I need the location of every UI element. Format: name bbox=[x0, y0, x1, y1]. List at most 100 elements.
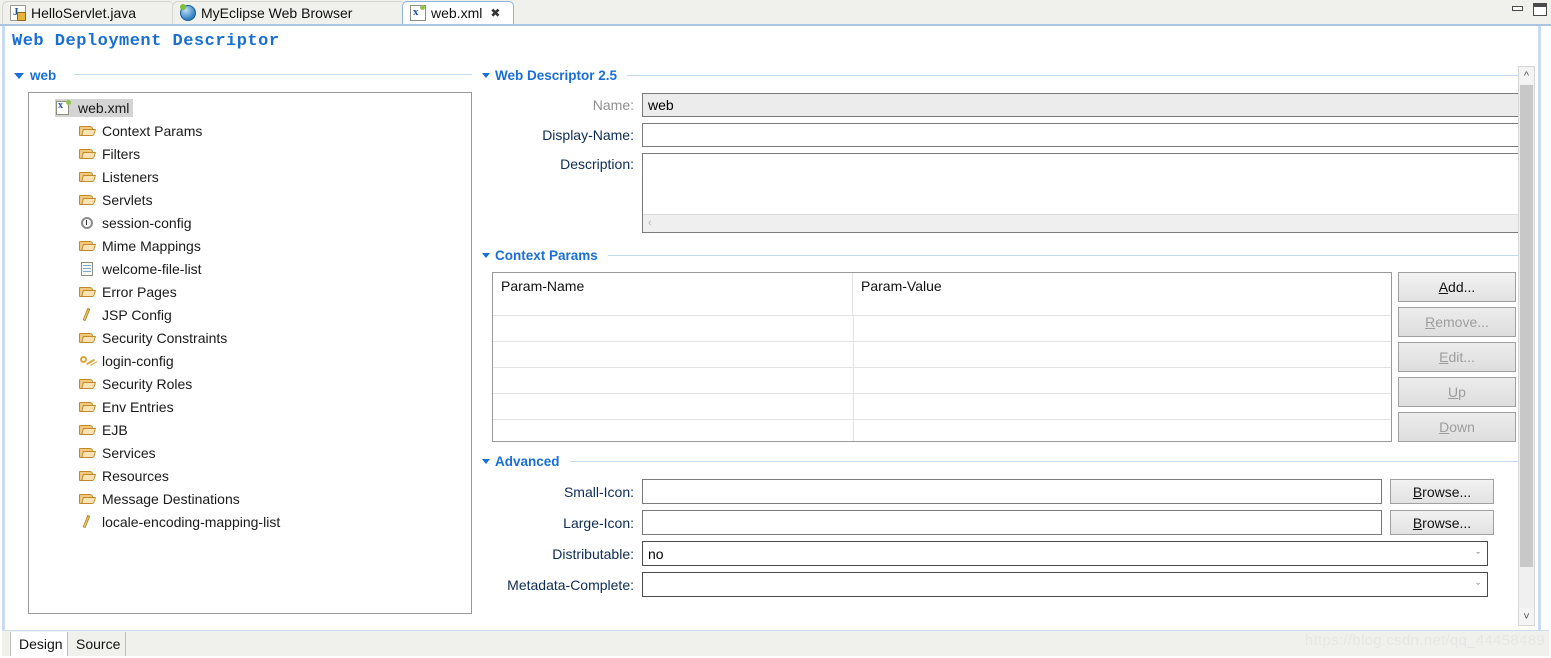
folder-icon bbox=[79, 445, 96, 461]
tree-node-error-pages[interactable]: Error Pages bbox=[29, 280, 471, 303]
remove-button[interactable]: Remove... bbox=[1398, 307, 1516, 337]
description-textarea[interactable] bbox=[643, 154, 1513, 214]
folder-icon bbox=[79, 123, 96, 139]
watermark: https://blog.csdn.net/qq_44458489 bbox=[1304, 632, 1545, 649]
chevron-down-icon[interactable]: ˇ bbox=[1476, 547, 1480, 567]
tree-node-label: Resources bbox=[102, 467, 169, 484]
tree-node-label: session-config bbox=[102, 214, 192, 231]
distributable-combobox[interactable]: no ˇ bbox=[642, 541, 1488, 566]
tab-label: MyEclipse Web Browser bbox=[201, 5, 353, 21]
section-title: Advanced bbox=[495, 454, 560, 469]
advanced-section-header[interactable]: Advanced bbox=[482, 454, 570, 469]
column-header-param-name[interactable]: Param-Name bbox=[493, 273, 853, 315]
scroll-down-icon[interactable]: ˅ bbox=[1519, 608, 1534, 625]
minimize-icon[interactable] bbox=[1511, 4, 1525, 16]
chevron-down-icon[interactable]: ˇ bbox=[1476, 578, 1480, 598]
tree-node-security-constraints[interactable]: Security Constraints bbox=[29, 326, 471, 349]
tree-node-label: Listeners bbox=[102, 168, 159, 185]
large-icon-input[interactable] bbox=[642, 510, 1382, 535]
chevron-left-icon[interactable]: ‹ bbox=[648, 218, 652, 229]
tree-node-message-destinations[interactable]: Message Destinations bbox=[29, 487, 471, 510]
tree-node-session-config[interactable]: session-config bbox=[29, 211, 471, 234]
tree-node-label: Mime Mappings bbox=[102, 237, 201, 254]
name-label: Name: bbox=[592, 97, 634, 113]
tree-node-security-roles[interactable]: Security Roles bbox=[29, 372, 471, 395]
tree-node-login-config[interactable]: login-config bbox=[29, 349, 471, 372]
xml-file-icon bbox=[410, 5, 426, 21]
tab-source[interactable]: Source bbox=[68, 632, 126, 656]
tree-node-welcome-file-list[interactable]: welcome-file-list bbox=[29, 257, 471, 280]
form-vertical-scrollbar[interactable]: ^ ˅ bbox=[1518, 66, 1535, 626]
name-input[interactable] bbox=[642, 93, 1532, 117]
tree-node-locale-encoding-mapping-list[interactable]: locale-encoding-mapping-list bbox=[29, 510, 471, 533]
description-textarea-wrapper[interactable]: ^ ˅ ‹ › bbox=[642, 153, 1532, 233]
folder-icon bbox=[79, 238, 96, 254]
tree-node-web-xml[interactable]: web.xml bbox=[29, 96, 471, 119]
folder-icon bbox=[79, 169, 96, 185]
chevron-down-icon[interactable] bbox=[14, 72, 24, 79]
tab-myeclipse-web-browser[interactable]: MyEclipse Web Browser bbox=[172, 1, 406, 24]
tree-node-jsp-config[interactable]: JSP Config bbox=[29, 303, 471, 326]
add-button[interactable]: Add... bbox=[1398, 272, 1516, 302]
tab-helloservlet-java[interactable]: HelloServlet.java bbox=[2, 1, 174, 24]
tree-node-label: JSP Config bbox=[102, 306, 172, 323]
small-icon-browse-button[interactable]: Browse... bbox=[1390, 479, 1494, 504]
scroll-up-icon[interactable]: ^ bbox=[1519, 67, 1534, 84]
distributable-row: Distributable: no ˇ bbox=[482, 541, 1532, 566]
table-row[interactable] bbox=[493, 367, 1391, 393]
table-row[interactable] bbox=[493, 315, 1391, 341]
editor-left-rail bbox=[2, 26, 5, 632]
descriptor-tree[interactable]: web.xml Context Params Filters Listeners… bbox=[28, 92, 472, 614]
table-row[interactable] bbox=[493, 341, 1391, 367]
web-descriptor-section-header[interactable]: Web Descriptor 2.5 bbox=[482, 68, 628, 83]
large-icon-browse-button[interactable]: Browse... bbox=[1390, 510, 1494, 535]
chevron-down-icon[interactable] bbox=[482, 253, 490, 258]
tree-section-header[interactable]: web bbox=[14, 68, 472, 83]
tab-design-label: Design bbox=[19, 636, 63, 652]
edit-button[interactable]: Edit... bbox=[1398, 342, 1516, 372]
scrollbar-thumb[interactable] bbox=[1520, 85, 1533, 567]
description-horizontal-scrollbar[interactable]: ‹ › bbox=[643, 214, 1531, 232]
tree-node-ejb[interactable]: EJB bbox=[29, 418, 471, 441]
small-icon-input[interactable] bbox=[642, 479, 1382, 504]
tab-web-xml[interactable]: web.xml ✖ bbox=[402, 1, 514, 24]
section-title: Context Params bbox=[495, 248, 598, 263]
tree-node-services[interactable]: Services bbox=[29, 441, 471, 464]
display-name-input[interactable] bbox=[642, 123, 1532, 147]
xml-file-icon bbox=[55, 99, 72, 116]
description-row: Description: ^ ˅ ‹ › bbox=[482, 153, 1532, 233]
tree-node-resources[interactable]: Resources bbox=[29, 464, 471, 487]
context-params-table[interactable]: Param-Name Param-Value bbox=[492, 272, 1392, 442]
chevron-down-icon[interactable] bbox=[482, 73, 490, 78]
section-divider bbox=[482, 461, 1532, 462]
table-row[interactable] bbox=[493, 419, 1391, 441]
large-icon-label: Large-Icon: bbox=[563, 514, 634, 531]
add-button-rest: dd... bbox=[1448, 279, 1476, 295]
context-params-section-header[interactable]: Context Params bbox=[482, 248, 608, 263]
metadata-complete-combobox[interactable]: ˇ bbox=[642, 572, 1488, 597]
window-controls bbox=[1511, 3, 1547, 16]
tree-node-filters[interactable]: Filters bbox=[29, 142, 471, 165]
tab-design[interactable]: Design bbox=[10, 632, 68, 656]
column-header-param-value[interactable]: Param-Value bbox=[853, 273, 1391, 315]
folder-icon bbox=[79, 468, 96, 484]
display-name-label: Display-Name: bbox=[542, 127, 634, 143]
tree-node-label: Filters bbox=[102, 145, 141, 162]
tree-node-mime-mappings[interactable]: Mime Mappings bbox=[29, 234, 471, 257]
maximize-icon[interactable] bbox=[1533, 3, 1547, 16]
browse-rest: rowse... bbox=[1422, 483, 1472, 500]
up-button[interactable]: Up bbox=[1398, 377, 1516, 407]
small-icon-row: Small-Icon: Browse... bbox=[482, 479, 1532, 504]
close-icon[interactable]: ✖ bbox=[490, 7, 500, 19]
tree-node-context-params[interactable]: Context Params bbox=[29, 119, 471, 142]
section-title: Web Descriptor 2.5 bbox=[495, 68, 618, 83]
folder-icon bbox=[79, 491, 96, 507]
table-row[interactable] bbox=[493, 393, 1391, 419]
tree-node-listeners[interactable]: Listeners bbox=[29, 165, 471, 188]
advanced-section: Advanced bbox=[482, 452, 1532, 469]
tab-bar-underline bbox=[0, 24, 1551, 26]
tree-node-env-entries[interactable]: Env Entries bbox=[29, 395, 471, 418]
chevron-down-icon[interactable] bbox=[482, 459, 490, 464]
down-button[interactable]: Down bbox=[1398, 412, 1516, 442]
tree-node-servlets[interactable]: Servlets bbox=[29, 188, 471, 211]
